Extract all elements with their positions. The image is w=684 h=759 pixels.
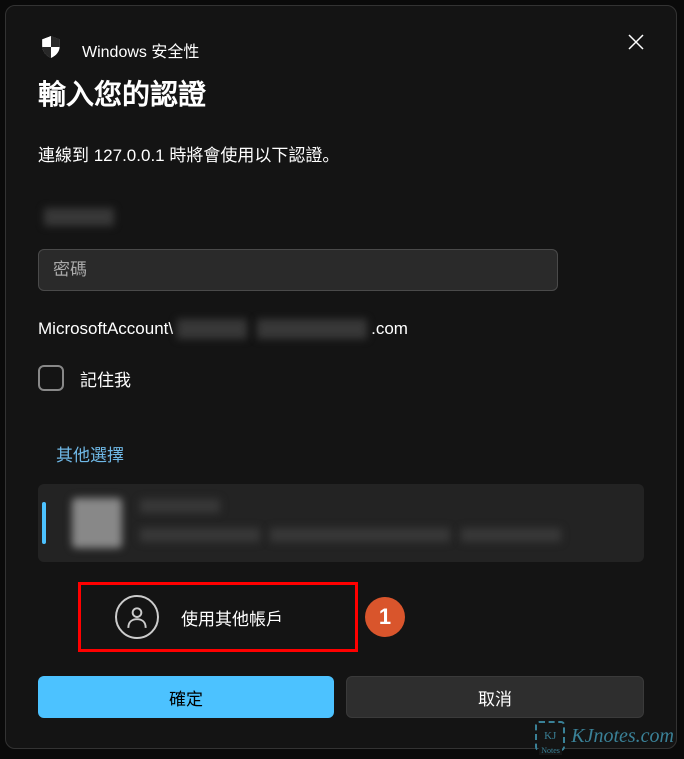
remember-checkbox[interactable] <box>38 365 64 391</box>
cancel-button[interactable]: 取消 <box>346 676 644 718</box>
remember-me-row: 記住我 <box>38 365 644 391</box>
credential-dialog: Windows 安全性 輸入您的認證 連線到 127.0.0.1 時將會使用以下… <box>5 5 677 749</box>
account-prefix: MicrosoftAccount\ <box>38 319 173 339</box>
person-icon <box>115 595 159 639</box>
dialog-title: 輸入您的認證 <box>38 73 644 113</box>
watermark-text: KJnotes.com <box>571 725 674 748</box>
use-other-account-label: 使用其他帳戶 <box>181 605 283 630</box>
saved-account-option[interactable] <box>38 484 644 562</box>
annotation-badge: 1 <box>365 597 405 637</box>
account-identifier: MicrosoftAccount\ .com <box>38 319 644 339</box>
ok-button[interactable]: 確定 <box>38 676 334 718</box>
use-other-account-option[interactable]: 使用其他帳戶 1 <box>78 582 358 652</box>
account-details <box>140 499 628 547</box>
username-display <box>38 208 644 231</box>
shield-icon <box>38 34 64 65</box>
dialog-description: 連線到 127.0.0.1 時將會使用以下認證。 <box>38 141 644 166</box>
avatar <box>72 498 122 548</box>
close-button[interactable] <box>620 26 652 58</box>
account-suffix: .com <box>371 319 408 339</box>
other-choices-heading: 其他選擇 <box>56 441 644 466</box>
remember-label: 記住我 <box>80 366 131 391</box>
watermark: KJ Notes KJnotes.com <box>535 721 674 751</box>
password-input[interactable]: 密碼 <box>38 249 558 291</box>
watermark-icon: KJ Notes <box>535 721 565 751</box>
dialog-header: Windows 安全性 <box>38 34 644 65</box>
app-name: Windows 安全性 <box>82 38 199 62</box>
dialog-buttons: 確定 取消 <box>38 676 644 718</box>
close-icon <box>628 34 644 50</box>
